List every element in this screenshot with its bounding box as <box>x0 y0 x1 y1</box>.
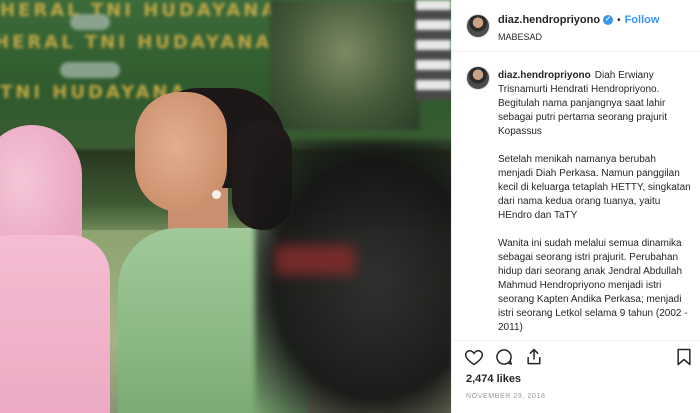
avatar[interactable] <box>466 14 490 38</box>
bookmark-icon[interactable] <box>674 347 694 367</box>
follow-button[interactable]: Follow <box>625 14 660 26</box>
blurred-camera-detail <box>275 245 355 275</box>
pearl-earring <box>212 190 221 199</box>
background-portrait <box>270 0 420 130</box>
heart-icon[interactable] <box>464 347 484 367</box>
username-link[interactable]: diaz.hendropriyono <box>498 14 600 26</box>
post-date[interactable]: NOVEMBER 29, 2018 <box>466 393 545 400</box>
caption-text: diaz.hendropriyono Diah Erwiany Trisnamur… <box>498 69 692 342</box>
location-link[interactable]: MABESAD <box>498 32 542 42</box>
caption-area[interactable]: diaz.hendropriyono Diah Erwiany Trisnamur… <box>452 52 700 342</box>
share-icon[interactable] <box>524 347 544 367</box>
person-pink-dress <box>0 235 110 413</box>
background-stripes <box>416 0 451 100</box>
blurred-camera <box>255 140 451 413</box>
banner-text: HERAL TNI HUDAYANA <box>0 32 273 53</box>
banner-text: HERAL TNI HUDAYANA <box>0 0 279 21</box>
banner-pill <box>60 62 120 78</box>
post-side-panel: diaz.hendropriyono ✓ • Follow MABESAD di… <box>451 0 700 413</box>
caption-username-link[interactable]: diaz.hendropriyono <box>498 70 591 81</box>
caption-avatar[interactable] <box>466 66 490 90</box>
post-header: diaz.hendropriyono ✓ • Follow MABESAD <box>452 0 700 52</box>
action-bar: 2,474 likes NOVEMBER 29, 2018 <box>452 340 700 412</box>
comment-icon[interactable] <box>494 347 514 367</box>
caption-paragraph: Wanita ini sudah melalui semua dinamika … <box>498 238 688 333</box>
post-photo[interactable]: HERAL TNI HUDAYANA HERAL TNI HUDAYANA TN… <box>0 0 451 413</box>
verified-badge-icon: ✓ <box>603 15 614 25</box>
separator-dot: • <box>617 14 621 26</box>
banner-pill <box>70 14 110 30</box>
likes-count[interactable]: 2,474 likes <box>466 373 521 385</box>
caption-paragraph: Setelah menikah namanya berubah menjadi … <box>498 154 691 221</box>
header-user-row: diaz.hendropriyono ✓ • Follow <box>498 14 659 26</box>
